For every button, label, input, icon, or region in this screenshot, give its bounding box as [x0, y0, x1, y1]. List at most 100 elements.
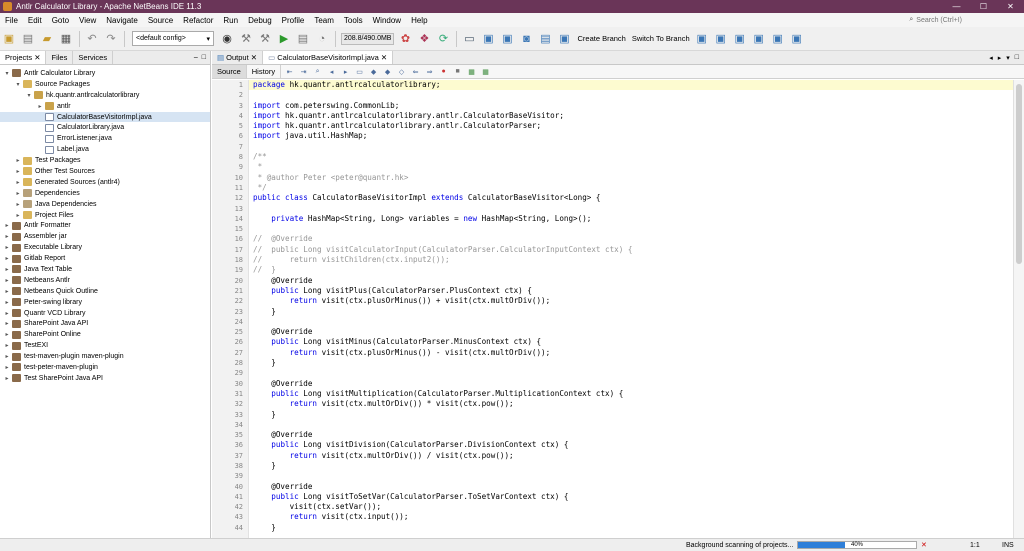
collapse-icon[interactable]: ▾: [25, 92, 33, 99]
prev-bookmark-icon[interactable]: ◆: [368, 67, 379, 76]
code-line[interactable]: public Long visitMultiplication(Calculat…: [249, 389, 1024, 399]
tab-projects[interactable]: Projects ✕: [0, 51, 47, 64]
expand-icon[interactable]: ▸: [3, 255, 11, 262]
expand-icon[interactable]: ▸: [3, 266, 11, 273]
expand-icon[interactable]: ▸: [3, 299, 11, 306]
code-line[interactable]: /**: [249, 152, 1024, 162]
tree-item[interactable]: ▸ test-peter-maven-plugin: [0, 362, 210, 373]
new-file-icon[interactable]: ▤: [19, 30, 37, 48]
next-bookmark-icon[interactable]: ◆: [382, 67, 393, 76]
git-icon-6[interactable]: ▣: [788, 30, 806, 48]
tree-item[interactable]: ▸ Dependencies: [0, 188, 210, 199]
tool-icon-3[interactable]: ▤: [536, 30, 554, 48]
maximize-icon[interactable]: □: [1015, 54, 1019, 62]
expand-icon[interactable]: ▸: [3, 288, 11, 295]
garbage-collect-icon[interactable]: ✿: [396, 30, 414, 48]
git-icon-4[interactable]: ▣: [750, 30, 768, 48]
tab-services[interactable]: Services: [73, 51, 114, 64]
undo-icon[interactable]: ↶: [83, 30, 101, 48]
tool-icon-4[interactable]: ▣: [555, 30, 573, 48]
code-line[interactable]: [249, 368, 1024, 378]
config-select[interactable]: <default config> ▾: [132, 31, 214, 46]
source-button[interactable]: Source: [212, 65, 247, 78]
menu-help[interactable]: Help: [406, 16, 432, 25]
code-line[interactable]: return visit(ctx.multOrDiv()) * visit(ct…: [249, 399, 1024, 409]
code-line[interactable]: [249, 204, 1024, 214]
menu-tools[interactable]: Tools: [339, 16, 368, 25]
expand-icon[interactable]: ▸: [14, 190, 22, 197]
quick-search[interactable]: ⌕ Search (Ctrl+I): [909, 14, 962, 26]
find-next-icon[interactable]: ▸: [340, 67, 351, 76]
run-icon[interactable]: ▶: [275, 30, 293, 48]
close-icon[interactable]: ✕: [997, 0, 1024, 13]
plugin-icon[interactable]: ❖: [415, 30, 433, 48]
code-line[interactable]: public Long visitMinus(CalculatorParser.…: [249, 337, 1024, 347]
menu-edit[interactable]: Edit: [23, 16, 47, 25]
toggle-highlight-icon[interactable]: ▭: [354, 67, 365, 76]
globe-icon[interactable]: ◉: [218, 30, 236, 48]
code-line[interactable]: package hk.quantr.antlrcalculatorlibrary…: [249, 80, 1024, 91]
menu-team[interactable]: Team: [309, 16, 339, 25]
expand-icon[interactable]: ▸: [36, 103, 44, 110]
code-line[interactable]: @Override: [249, 430, 1024, 440]
back-icon[interactable]: ⇤: [284, 67, 295, 76]
tree-item[interactable]: ▸ Test SharePoint Java API: [0, 373, 210, 384]
new-project-icon[interactable]: ▣: [0, 30, 18, 48]
tree-item[interactable]: ▸ antlr: [0, 101, 210, 112]
code-line[interactable]: [249, 420, 1024, 430]
code-line[interactable]: return visit(ctx.multOrDiv()) / visit(ct…: [249, 451, 1024, 461]
git-icon-3[interactable]: ▣: [731, 30, 749, 48]
tab-files[interactable]: Files: [46, 51, 74, 64]
expand-icon[interactable]: ▸: [3, 310, 11, 317]
tool-icon-2[interactable]: ▣: [498, 30, 516, 48]
collapse-icon[interactable]: ▾: [3, 70, 11, 77]
toggle-bookmark-icon[interactable]: ◇: [396, 67, 407, 76]
vertical-scrollbar[interactable]: [1013, 80, 1024, 538]
tree-item[interactable]: ▸ Java Text Table: [0, 264, 210, 275]
forward-icon[interactable]: ⇥: [298, 67, 309, 76]
dropdown-icon[interactable]: ▾: [1006, 54, 1010, 62]
expand-icon[interactable]: ▸: [3, 375, 11, 382]
tree-item[interactable]: ErrorListener.java: [0, 133, 210, 144]
expand-icon[interactable]: ▸: [3, 331, 11, 338]
code-line[interactable]: }: [249, 523, 1024, 533]
code-line[interactable]: }: [249, 461, 1024, 471]
tree-item[interactable]: ▸ Project Files: [0, 210, 210, 221]
find-icon[interactable]: ⌕: [312, 67, 323, 76]
tree-item[interactable]: ▾ Antlr Calculator Library: [0, 68, 210, 79]
tree-item[interactable]: ▸ Netbeans Quick Outline: [0, 286, 210, 297]
maximize-icon[interactable]: ☐: [970, 0, 997, 13]
code-line[interactable]: return visit(ctx.plusOrMinus()) + visit(…: [249, 296, 1024, 306]
close-icon[interactable]: ✕: [381, 53, 387, 62]
menu-goto[interactable]: Goto: [47, 16, 74, 25]
switch-branch-button[interactable]: Switch To Branch: [629, 34, 693, 43]
code-line[interactable]: public class CalculatorBaseVisitorImpl e…: [249, 193, 1024, 203]
tree-item[interactable]: ▸ test-maven-plugin maven-plugin: [0, 351, 210, 362]
tree-item[interactable]: ▸ Assembler jar: [0, 231, 210, 242]
scrollbar-thumb[interactable]: [1016, 84, 1022, 264]
tree-item[interactable]: ▸ TestEXI: [0, 340, 210, 351]
tree-item[interactable]: CalculatorBaseVisitorImpl.java: [0, 111, 210, 123]
close-icon[interactable]: ✕: [251, 53, 257, 62]
tree-item[interactable]: ▸ Peter-swing library: [0, 297, 210, 308]
tree-item[interactable]: ▸ Quantr VCD Library: [0, 308, 210, 319]
expand-icon[interactable]: ▸: [3, 342, 11, 349]
menu-navigate[interactable]: Navigate: [101, 16, 143, 25]
stop-macro-icon[interactable]: ■: [452, 67, 463, 76]
expand-icon[interactable]: ▸: [3, 277, 11, 284]
tree-item[interactable]: ▸ SharePoint Online: [0, 329, 210, 340]
code-line[interactable]: import java.util.HashMap;: [249, 131, 1024, 141]
expand-icon[interactable]: ▸: [14, 212, 22, 219]
menu-run[interactable]: Run: [218, 16, 243, 25]
hammer-icon[interactable]: ⚒: [237, 30, 255, 48]
comment-icon[interactable]: ▦: [466, 67, 477, 76]
code-line[interactable]: // public Long visitCalculatorInput(Calc…: [249, 245, 1024, 255]
code-line[interactable]: @Override: [249, 327, 1024, 337]
history-button[interactable]: History: [247, 65, 282, 78]
search-input[interactable]: Search (Ctrl+I): [916, 17, 962, 24]
menu-window[interactable]: Window: [368, 16, 406, 25]
code-line[interactable]: import hk.quantr.antlrcalculatorlibrary.…: [249, 121, 1024, 131]
expand-icon[interactable]: ▸: [14, 168, 22, 175]
expand-icon[interactable]: ▸: [3, 353, 11, 360]
expand-icon[interactable]: ▸: [3, 233, 11, 240]
